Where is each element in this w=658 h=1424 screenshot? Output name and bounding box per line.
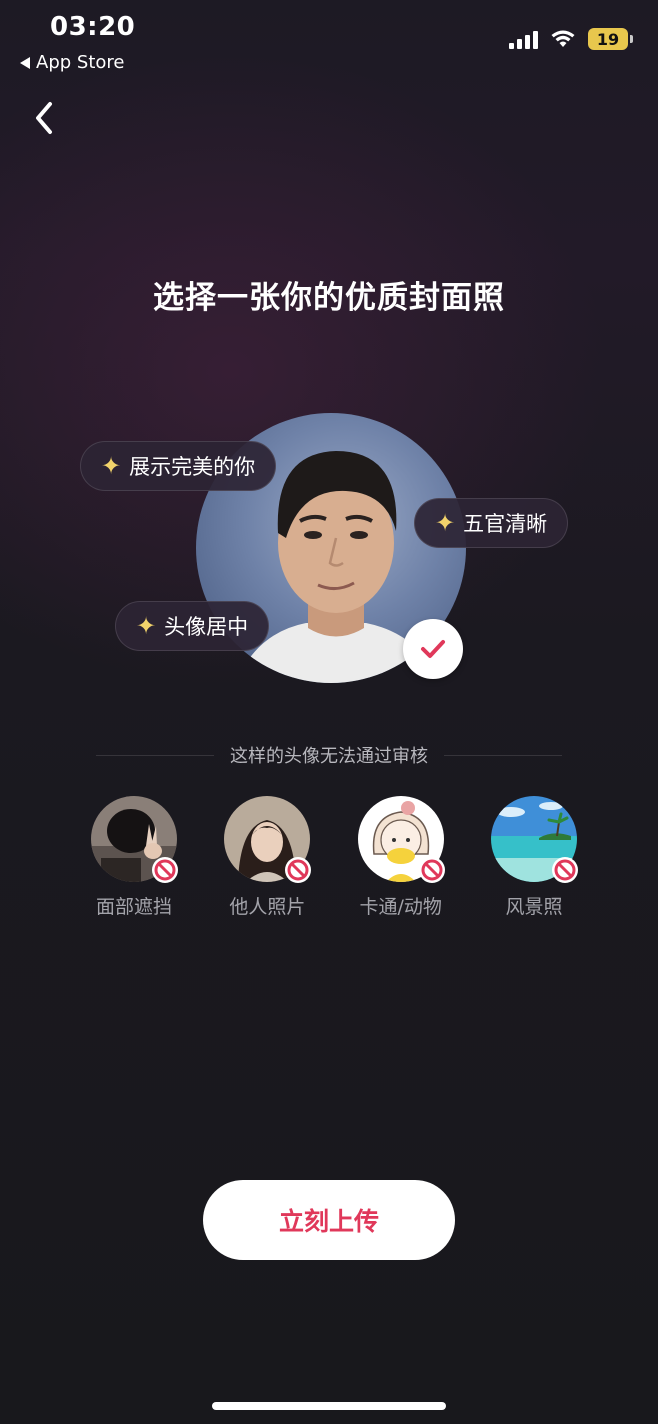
example-label: 他人照片 xyxy=(229,896,306,918)
home-indicator[interactable] xyxy=(212,1402,446,1410)
example-label: 风景照 xyxy=(505,896,563,918)
cellular-signal-icon xyxy=(509,29,538,49)
divider-line xyxy=(96,754,214,756)
sparkle-icon: ✦ xyxy=(101,452,122,480)
divider-line xyxy=(444,754,562,756)
upload-now-button[interactable]: 立刻上传 xyxy=(203,1180,455,1260)
sparkle-icon: ✦ xyxy=(136,612,157,640)
example-label: 卡通/动物 xyxy=(359,896,442,918)
tip-label: 五官清晰 xyxy=(463,512,548,536)
approved-check-badge xyxy=(403,619,463,679)
back-chevron-icon[interactable] xyxy=(30,98,60,138)
forbidden-icon xyxy=(152,857,178,883)
rejected-heading-row: 这样的头像无法通过审核 xyxy=(96,742,562,768)
forbidden-icon xyxy=(551,857,578,883)
tip-clear-features: ✦ 五官清晰 xyxy=(414,498,569,548)
wifi-icon xyxy=(551,30,575,47)
tip-show-perfect-you: ✦ 展示完美的你 xyxy=(80,441,277,491)
back-app-label: App Store xyxy=(36,52,125,73)
forbidden-icon xyxy=(285,857,312,883)
tip-face-centered: ✦ 头像居中 xyxy=(115,601,270,651)
rejected-example-other-person: 他人照片 xyxy=(222,796,312,919)
rejected-example-face-covered: 面部遮挡 xyxy=(89,796,179,919)
example-label: 面部遮挡 xyxy=(95,896,172,918)
check-icon xyxy=(421,640,445,658)
forbidden-icon xyxy=(418,857,445,883)
sparkle-icon: ✦ xyxy=(435,509,456,537)
status-indicators: 19 xyxy=(509,28,633,50)
status-time: 03:20 xyxy=(50,12,136,42)
tip-label: 头像居中 xyxy=(164,615,249,639)
back-to-app-link[interactable]: App Store xyxy=(20,52,124,73)
rejected-examples: 面部遮挡 他人照片 卡通/动物 风景照 xyxy=(89,796,579,919)
back-triangle-icon xyxy=(20,56,30,69)
rejected-heading: 这样的头像无法通过审核 xyxy=(230,746,428,767)
rejected-example-scenery: 风景照 xyxy=(489,796,579,919)
page-title: 选择一张你的优质封面照 xyxy=(153,280,505,316)
battery-icon: 19 xyxy=(588,28,633,50)
tip-label: 展示完美的你 xyxy=(129,455,256,479)
rejected-example-cartoon: 卡通/动物 xyxy=(356,796,446,919)
